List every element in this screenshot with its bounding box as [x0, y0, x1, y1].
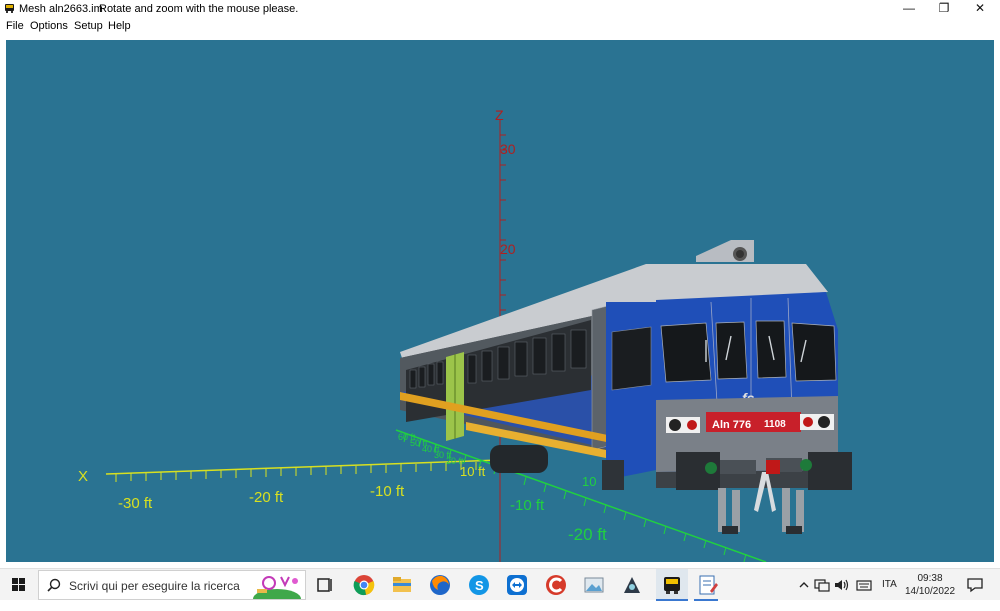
x-tick-minus-30: -30 ft [118, 495, 153, 512]
minimize-button[interactable]: — [891, 0, 927, 18]
z-tick-30: 30 [500, 141, 516, 157]
x-tick-minus-10: -10 ft [370, 483, 405, 500]
y-tick-minus-20: -20 ft [568, 525, 607, 544]
x-axis: X -30 ft -20 ft -10 ft [78, 459, 501, 512]
x-axis-label: X [78, 468, 88, 485]
train-model[interactable]: fs Aln 776 1108 [400, 240, 852, 534]
taskbar: Scrivi qui per eseguire la ricerca S ITA… [0, 568, 1000, 601]
x-tick-minus-20: -20 ft [249, 489, 284, 506]
chrome-icon[interactable] [352, 573, 376, 597]
application-window: Mesh aln2663.im Rotate and zoom with the… [0, 0, 1000, 601]
network-icon[interactable] [814, 578, 830, 592]
network-app-icon[interactable] [620, 573, 644, 597]
chevron-up-icon[interactable] [798, 579, 810, 591]
title-bar: Mesh aln2663.im Rotate and zoom with the… [0, 0, 1000, 18]
search-icon [47, 578, 61, 592]
train-number-left: Aln 776 [712, 419, 751, 431]
close-button[interactable]: ✕ [962, 0, 998, 18]
language-indicator[interactable]: ITA [882, 579, 897, 611]
scene-canvas[interactable]: Z 30 20 X -30 ft -20 ft -10 ft 60 ft 50 … [6, 40, 994, 562]
clock-time: 09:38 [917, 573, 943, 584]
editor-app-icon[interactable] [696, 573, 720, 597]
search-placeholder: Scrivi qui per eseguire la ricerca [69, 579, 240, 593]
train-app-icon[interactable] [660, 573, 684, 597]
firefox-icon[interactable] [428, 573, 452, 597]
3d-viewport[interactable]: Z 30 20 X -30 ft -20 ft -10 ft 60 ft 50 … [6, 40, 994, 562]
menu-options[interactable]: Options [30, 20, 68, 32]
search-box[interactable]: Scrivi qui per eseguire la ricerca [38, 570, 306, 600]
z-axis-label: Z [495, 107, 504, 123]
clock[interactable]: 09:38 14/10/2022 [904, 572, 956, 598]
task-view-icon[interactable] [313, 573, 337, 597]
clock-date: 14/10/2022 [904, 586, 956, 597]
menu-bar: File Options Setup Help [0, 18, 1000, 34]
y-tick-minus-10: -10 ft [510, 497, 545, 514]
start-button[interactable] [0, 569, 38, 601]
menu-file[interactable]: File [6, 20, 24, 32]
y-tick-10: 10 ft [460, 464, 486, 479]
train-app-icon [5, 4, 14, 13]
photos-icon[interactable] [582, 573, 606, 597]
windows-icon [12, 578, 25, 591]
menu-setup[interactable]: Setup [74, 20, 103, 32]
train-number-right: 1108 [764, 419, 786, 430]
teamviewer-icon[interactable] [505, 573, 529, 597]
volume-icon[interactable] [834, 578, 850, 592]
menu-help[interactable]: Help [108, 20, 131, 32]
skype-icon[interactable]: S [467, 573, 491, 597]
restore-button[interactable]: ❐ [926, 0, 962, 18]
running-indicator [694, 599, 718, 601]
ccleaner-icon[interactable] [544, 573, 568, 597]
file-explorer-icon[interactable] [390, 573, 414, 597]
z-tick-20: 20 [500, 241, 516, 257]
svg-text:S: S [475, 578, 484, 593]
window-hint: Rotate and zoom with the mouse please. [99, 3, 299, 15]
z-low-label: 10 [582, 474, 596, 489]
search-highlight-icon [253, 576, 301, 599]
keyboard-icon[interactable] [856, 578, 872, 592]
notification-icon[interactable] [966, 577, 984, 593]
window-title: Mesh aln2663.im [19, 3, 103, 15]
